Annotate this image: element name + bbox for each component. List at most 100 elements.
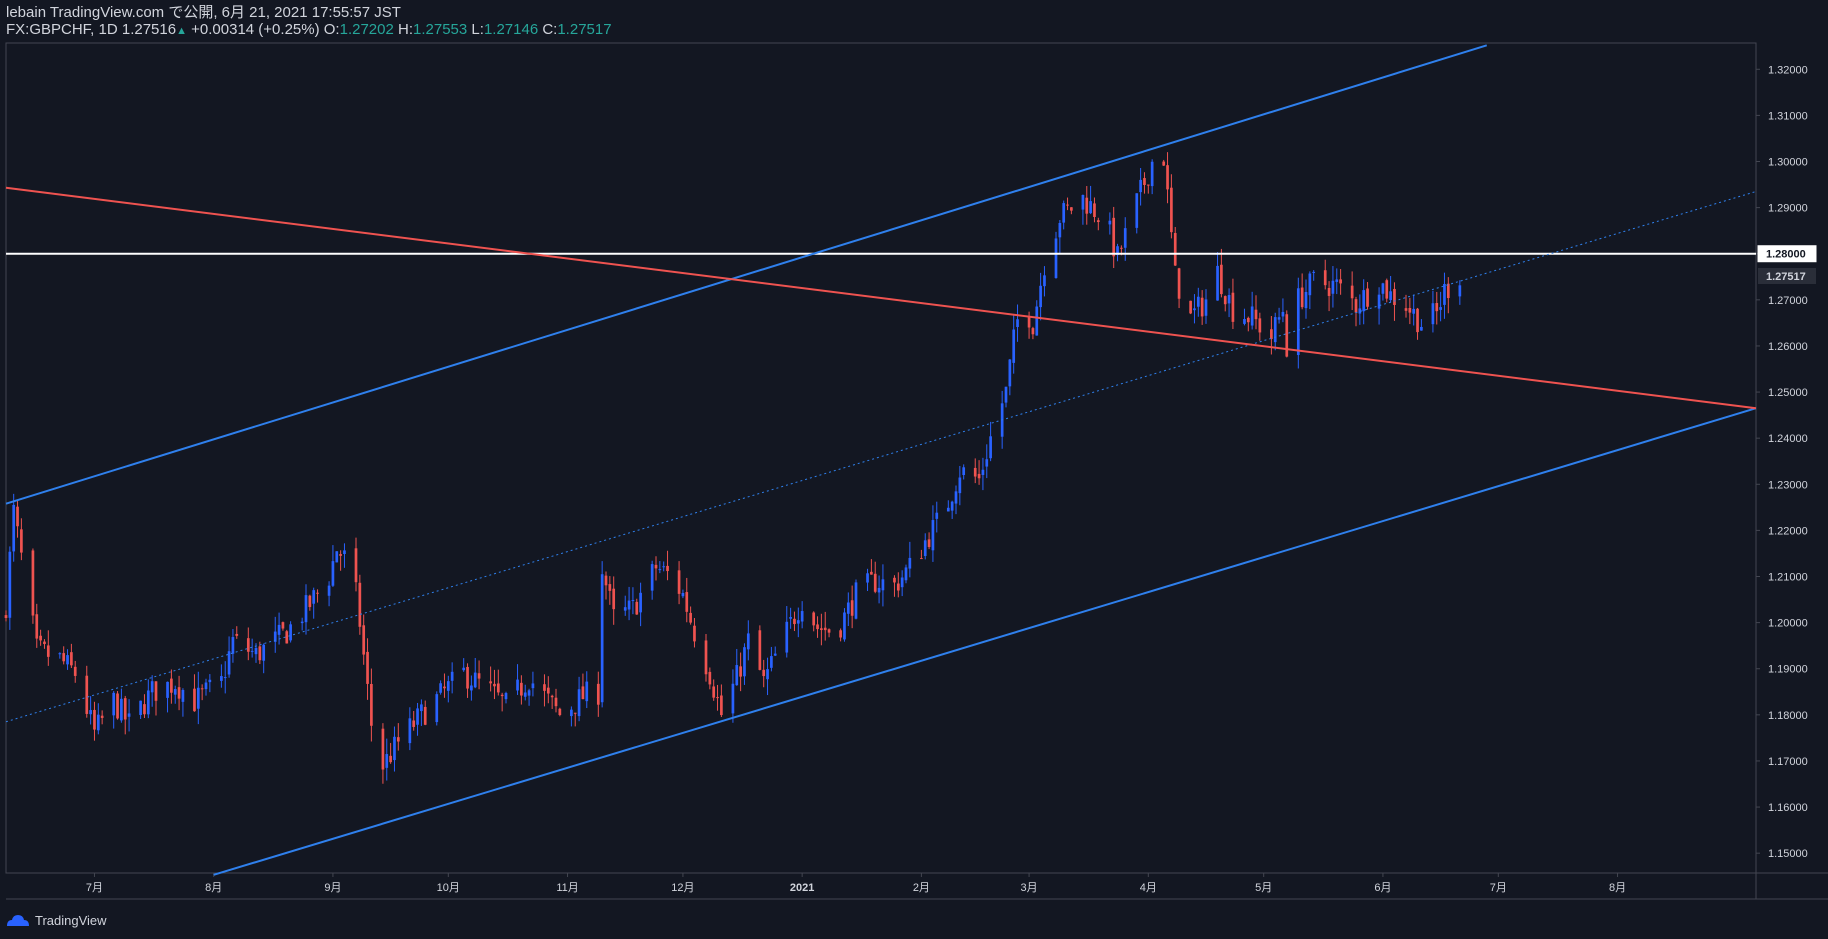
- candle: [289, 621, 292, 643]
- candle: [1012, 314, 1016, 374]
- candle: [873, 561, 877, 594]
- candle-body: [177, 687, 181, 699]
- candle: [570, 706, 573, 727]
- candle: [1327, 281, 1331, 312]
- candle-body: [896, 583, 900, 591]
- candle: [100, 710, 104, 725]
- candle: [362, 614, 366, 665]
- candle-body: [435, 694, 439, 723]
- candle: [573, 712, 577, 727]
- candle-body: [489, 681, 492, 684]
- candle-body: [531, 683, 535, 689]
- candle-body: [639, 592, 642, 613]
- candle: [1039, 272, 1042, 321]
- candle: [1108, 212, 1112, 235]
- candle: [1031, 326, 1035, 340]
- candle-body: [193, 688, 196, 712]
- candle-body: [1416, 308, 1419, 333]
- time-tick-label: 8月: [1609, 882, 1626, 894]
- candle-body: [1043, 275, 1046, 287]
- candle: [443, 673, 446, 698]
- candle-body: [1162, 161, 1166, 166]
- candle-body: [796, 620, 800, 624]
- candle: [927, 532, 931, 550]
- candle: [773, 646, 777, 656]
- candle-body: [339, 554, 342, 556]
- candle: [477, 660, 481, 690]
- tradingview-footer[interactable]: TradingView: [6, 909, 107, 931]
- candle: [650, 560, 654, 600]
- candle: [1146, 184, 1150, 194]
- price-tick-label: 1.27000: [1768, 295, 1808, 307]
- candle: [1227, 288, 1231, 318]
- candle: [181, 688, 185, 717]
- candle: [581, 673, 585, 700]
- candle: [489, 666, 492, 692]
- candle: [8, 546, 12, 630]
- candle: [631, 587, 635, 615]
- candle: [920, 549, 923, 560]
- candle: [746, 620, 750, 661]
- candle-body: [1027, 317, 1031, 328]
- candle-body: [416, 708, 419, 725]
- candle: [312, 587, 316, 619]
- price-chart[interactable]: 1.15000 1.16000 1.17000 1.18000 1.19000 1.200…: [0, 0, 1828, 939]
- candle: [1439, 291, 1442, 322]
- candle-body: [746, 633, 750, 650]
- candle-body: [35, 614, 39, 639]
- candle-body: [1431, 303, 1435, 325]
- candle-body: [450, 671, 454, 681]
- candle-body: [1258, 318, 1262, 333]
- candle: [639, 582, 642, 627]
- candle-body: [1220, 264, 1223, 295]
- candle-body: [39, 635, 42, 641]
- candle: [1408, 297, 1412, 325]
- price-tick-label: 1.29000: [1768, 203, 1808, 215]
- candle-body: [250, 650, 254, 652]
- candle-body: [16, 506, 19, 527]
- candle: [1385, 278, 1389, 303]
- candle-body: [181, 689, 185, 702]
- candle: [770, 646, 773, 672]
- candle: [343, 543, 346, 568]
- candle-body: [1146, 184, 1150, 186]
- candle-body: [96, 714, 100, 731]
- candle: [235, 626, 239, 639]
- candle: [896, 572, 900, 598]
- candle: [285, 629, 289, 644]
- candle: [193, 674, 196, 712]
- candle-body: [1393, 288, 1396, 305]
- candles: [4, 152, 1462, 784]
- candle: [1139, 168, 1142, 206]
- candle-body: [1443, 283, 1446, 305]
- candle-body: [4, 615, 8, 619]
- candle-body: [573, 712, 577, 714]
- trendline-channel-middle: [5, 190, 1757, 723]
- candle-body: [650, 564, 654, 591]
- candle-body: [1170, 187, 1173, 233]
- candle: [923, 533, 927, 560]
- candle: [408, 707, 412, 751]
- candle: [735, 648, 739, 686]
- candle-body: [920, 558, 923, 560]
- time-tick-label: 12月: [671, 882, 694, 894]
- candle-body: [1196, 296, 1200, 307]
- candle: [681, 589, 685, 599]
- candle: [846, 592, 850, 627]
- candle: [704, 633, 708, 682]
- candle: [1358, 294, 1362, 325]
- candle: [223, 661, 227, 694]
- candle: [604, 571, 608, 600]
- candle: [500, 692, 504, 712]
- candle-body: [1004, 386, 1008, 403]
- candle-body: [200, 688, 204, 690]
- trendline-channel-upper: [5, 44, 1488, 505]
- price-tick-label: 1.18000: [1768, 710, 1808, 722]
- price-tick-label: 1.20000: [1768, 618, 1808, 630]
- candle: [304, 584, 308, 635]
- candle-body: [1408, 307, 1412, 313]
- price-tick-label: 1.22000: [1768, 525, 1808, 537]
- candle: [866, 568, 869, 592]
- candle: [1112, 206, 1116, 269]
- candle-body: [1270, 329, 1273, 340]
